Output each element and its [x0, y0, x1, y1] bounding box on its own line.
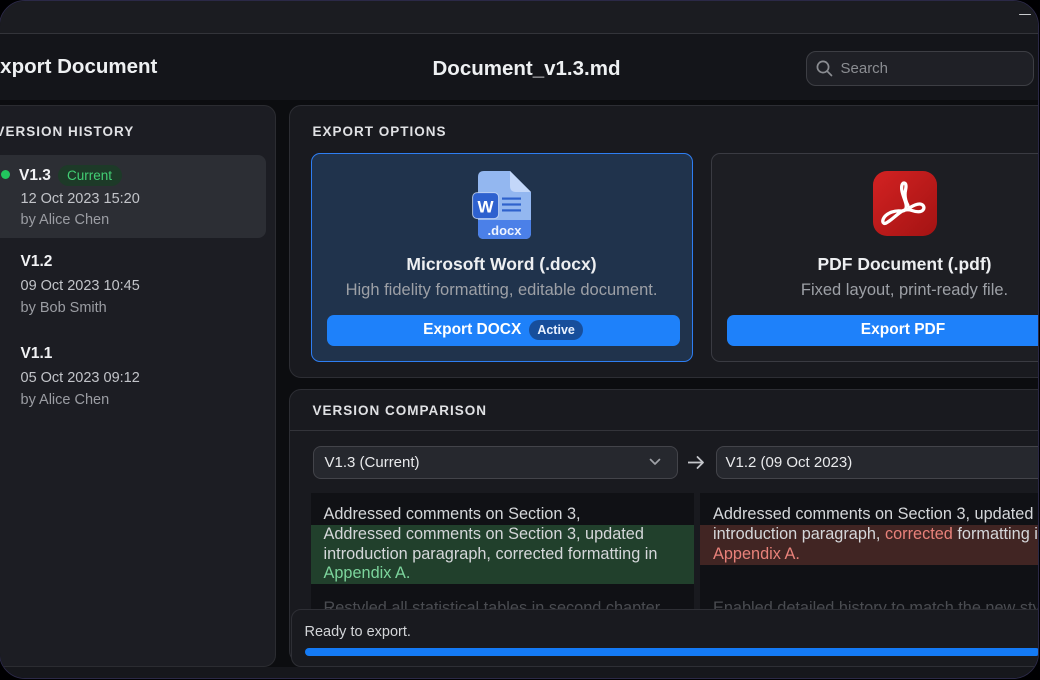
svg-text:W: W: [477, 197, 494, 216]
svg-text:.docx: .docx: [487, 223, 522, 238]
